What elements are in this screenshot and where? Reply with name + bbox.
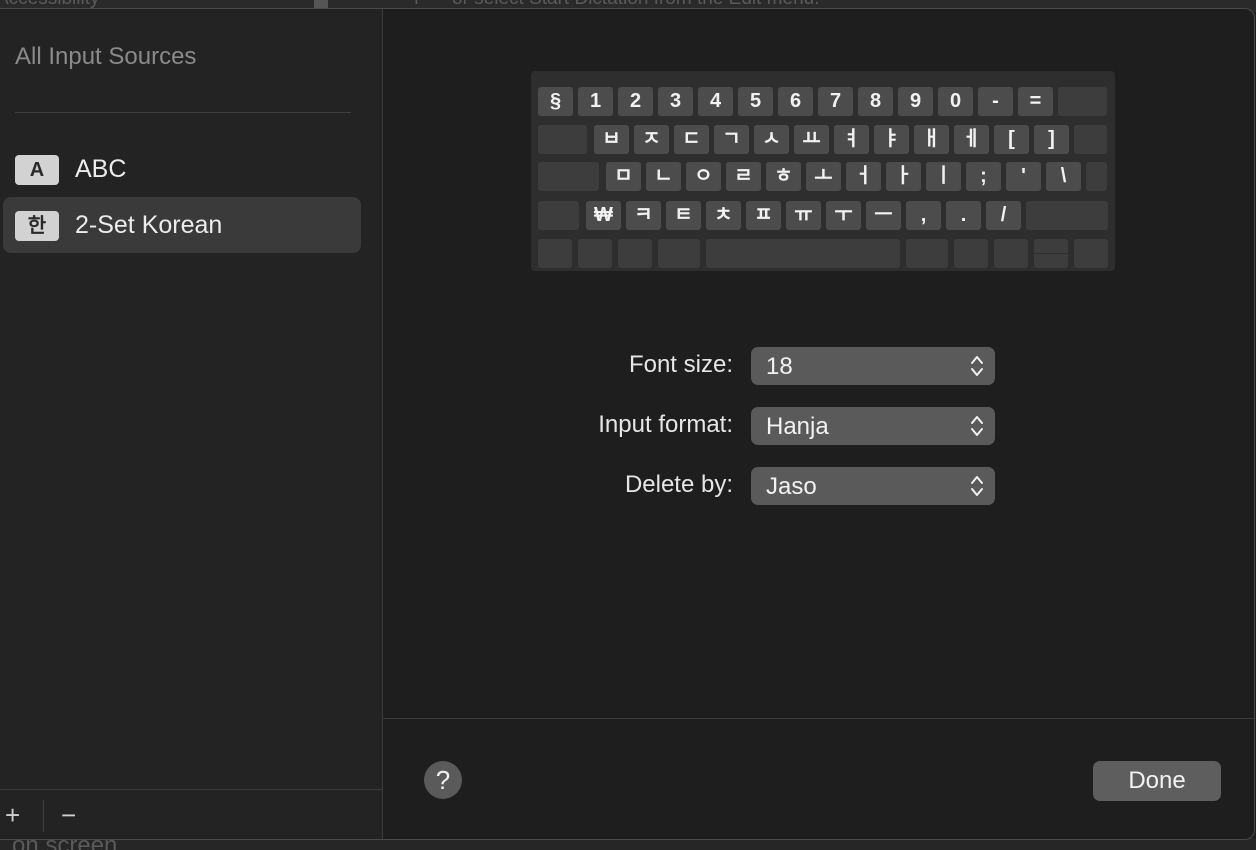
keyboard-key: ㅕ (834, 125, 869, 154)
input-source-2-set-korean[interactable]: 한 2-Set Korean (3, 197, 361, 253)
keyboard-key: - (978, 87, 1013, 116)
keyboard-key: ㅠ (786, 201, 821, 230)
keyboard-key: ㅏ (886, 162, 921, 191)
keyboard-key-blank (538, 201, 579, 230)
keyboard-key: ㅎ (766, 162, 801, 191)
keyboard-key-blank (578, 239, 612, 268)
keyboard-key: 8 (858, 87, 893, 116)
keyboard-key: ㅌ (666, 201, 701, 230)
keyboard-key-blank (1074, 125, 1107, 154)
all-input-sources-title: All Input Sources (15, 43, 197, 70)
keyboard-key: ㅅ (754, 125, 789, 154)
keyboard-key: 5 (738, 87, 773, 116)
footer-divider (383, 718, 1254, 719)
keyboard-key: ㅋ (626, 201, 661, 230)
up-down-chevron-icon (971, 416, 983, 436)
keyboard-key-blank (954, 239, 988, 268)
keyboard-key: ㄷ (674, 125, 709, 154)
keyboard-key: ㄴ (646, 162, 681, 191)
keyboard-key-blank (706, 239, 900, 268)
keyboard-key: 9 (898, 87, 933, 116)
font-size-value: 18 (766, 353, 793, 380)
keyboard-key: ㅂ (594, 125, 629, 154)
keyboard-key: § (538, 87, 573, 116)
keyboard-key-blank (994, 239, 1028, 268)
done-button[interactable]: Done (1093, 761, 1221, 801)
input-sources-sheet: All Input Sources A ABC 한 2-Set Korean +… (0, 8, 1255, 840)
keyboard-key: ' (1006, 162, 1041, 191)
keyboard-key-blank (906, 239, 948, 268)
keyboard-key: 1 (578, 87, 613, 116)
help-button[interactable]: ? (424, 761, 462, 799)
keyboard-key-blank (1086, 162, 1107, 191)
keyboard-key-blank (658, 239, 700, 268)
up-down-chevron-icon (971, 476, 983, 496)
keyboard-key: 0 (938, 87, 973, 116)
input-source-label: ABC (75, 155, 127, 183)
remove-input-source-button[interactable]: − (61, 802, 76, 828)
input-format-label: Input format: (598, 411, 733, 438)
font-size-label: Font size: (628, 351, 733, 378)
korean-layout-icon: 한 (15, 211, 59, 241)
keyboard-key: ] (1034, 125, 1069, 154)
keyboard-key: [ (994, 125, 1029, 154)
background-scroll-thumb (314, 0, 328, 8)
delete-by-select[interactable]: Jaso (751, 467, 995, 505)
keyboard-key: ㅊ (706, 201, 741, 230)
keyboard-key: ㄹ (726, 162, 761, 191)
input-format-select[interactable]: Hanja (751, 407, 995, 445)
keyboard-key-blank (1026, 201, 1108, 230)
keyboard-key: ㅛ (794, 125, 829, 154)
keyboard-key: ; (966, 162, 1001, 191)
keyboard-key: ㅡ (866, 201, 901, 230)
keyboard-key: . (946, 201, 981, 230)
keyboard-key: ㅜ (826, 201, 861, 230)
keyboard-key: ㅇ (686, 162, 721, 191)
keyboard-key: 2 (618, 87, 653, 116)
add-input-source-button[interactable]: + (5, 802, 20, 828)
keyboard-key-blank (618, 239, 652, 268)
delete-by-label: Delete by: (624, 471, 733, 498)
keyboard-key-blank (1058, 87, 1107, 116)
keyboard-key: ㅗ (806, 162, 841, 191)
input-format-value: Hanja (766, 413, 829, 440)
input-sources-sidebar: All Input Sources A ABC 한 2-Set Korean +… (0, 9, 383, 839)
keyboard-layout-preview: § 1 2 3 4 5 6 7 8 9 0- = ㅂㅈㄷㄱㅅㅛㅕㅑㅐㅔ[] ㅁㄴㅇㄹㅎㅗㅓㅏㅣ; ' \ ₩ ㅋㅌ… (531, 71, 1115, 271)
up-down-chevron-icon (971, 356, 983, 376)
keyboard-key: 6 (778, 87, 813, 116)
keyboard-key-blank (538, 125, 587, 154)
abc-layout-icon: A (15, 155, 59, 185)
keyboard-key: ㅈ (634, 125, 669, 154)
keyboard-key: ㅔ (954, 125, 989, 154)
keyboard-key: = (1018, 87, 1053, 116)
keyboard-key: , (906, 201, 941, 230)
font-size-select[interactable]: 18 (751, 347, 995, 385)
keyboard-key: ㅓ (846, 162, 881, 191)
input-source-label: 2-Set Korean (75, 211, 223, 239)
sidebar-button-separator (43, 800, 44, 832)
keyboard-key-blank (538, 162, 599, 191)
keyboard-key: 7 (818, 87, 853, 116)
sidebar-bottom-bar: + − (0, 789, 382, 839)
keyboard-key: \ (1046, 162, 1081, 191)
sidebar-divider (15, 112, 351, 113)
keyboard-key-blank (538, 239, 572, 268)
keyboard-key: ㅣ (926, 162, 961, 191)
keyboard-key: 3 (658, 87, 693, 116)
keyboard-key: ㅍ (746, 201, 781, 230)
keyboard-key: ㅐ (914, 125, 949, 154)
keyboard-key: ㅑ (874, 125, 909, 154)
keyboard-key: ₩ (586, 201, 621, 230)
keyboard-key: 4 (698, 87, 733, 116)
keyboard-key: ㅁ (606, 162, 641, 191)
input-source-abc[interactable]: A ABC (3, 141, 361, 197)
delete-by-value: Jaso (766, 473, 817, 500)
keyboard-key: / (986, 201, 1021, 230)
keyboard-key: ㄱ (714, 125, 749, 154)
keyboard-key-blank (1074, 239, 1108, 268)
arrow-key-divider (1034, 253, 1068, 254)
